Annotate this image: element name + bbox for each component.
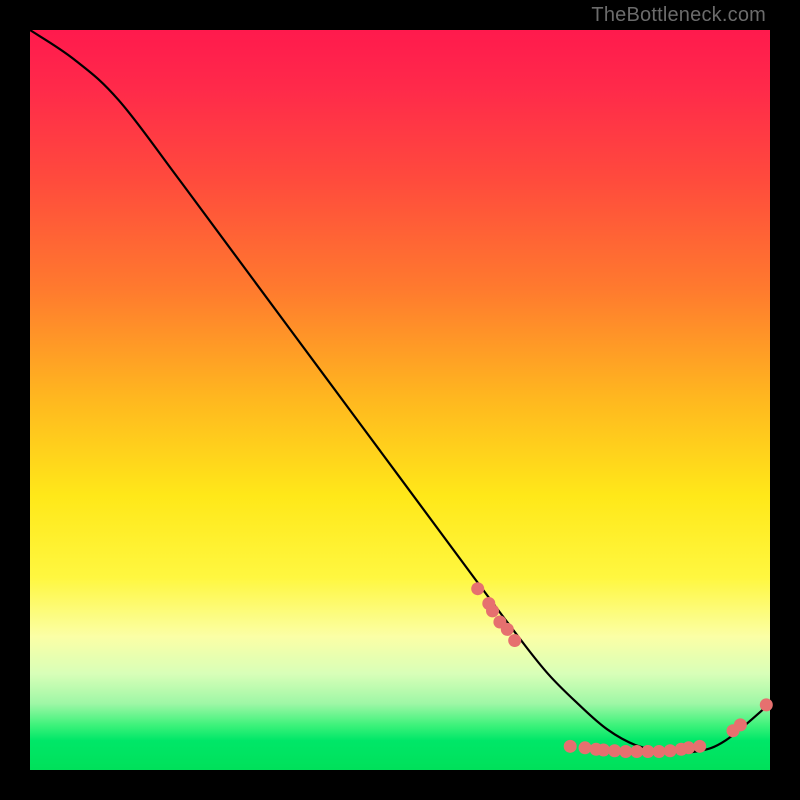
data-marker bbox=[471, 582, 484, 595]
data-marker bbox=[682, 741, 695, 754]
data-marker bbox=[501, 623, 514, 636]
curve-markers bbox=[471, 582, 773, 758]
data-marker bbox=[486, 604, 499, 617]
chart-svg bbox=[30, 30, 770, 770]
data-marker bbox=[641, 745, 654, 758]
data-marker bbox=[630, 745, 643, 758]
data-marker bbox=[608, 744, 621, 757]
curve-line bbox=[30, 30, 770, 753]
data-marker bbox=[619, 745, 632, 758]
watermark-text: TheBottleneck.com bbox=[591, 4, 766, 27]
data-marker bbox=[693, 740, 706, 753]
data-marker bbox=[760, 698, 773, 711]
chart-frame: TheBottleneck.com bbox=[0, 0, 800, 800]
data-marker bbox=[597, 744, 610, 757]
data-marker bbox=[653, 745, 666, 758]
data-marker bbox=[508, 634, 521, 647]
plot-area bbox=[30, 30, 770, 770]
data-marker bbox=[579, 741, 592, 754]
data-marker bbox=[734, 718, 747, 731]
data-marker bbox=[564, 740, 577, 753]
data-marker bbox=[664, 744, 677, 757]
